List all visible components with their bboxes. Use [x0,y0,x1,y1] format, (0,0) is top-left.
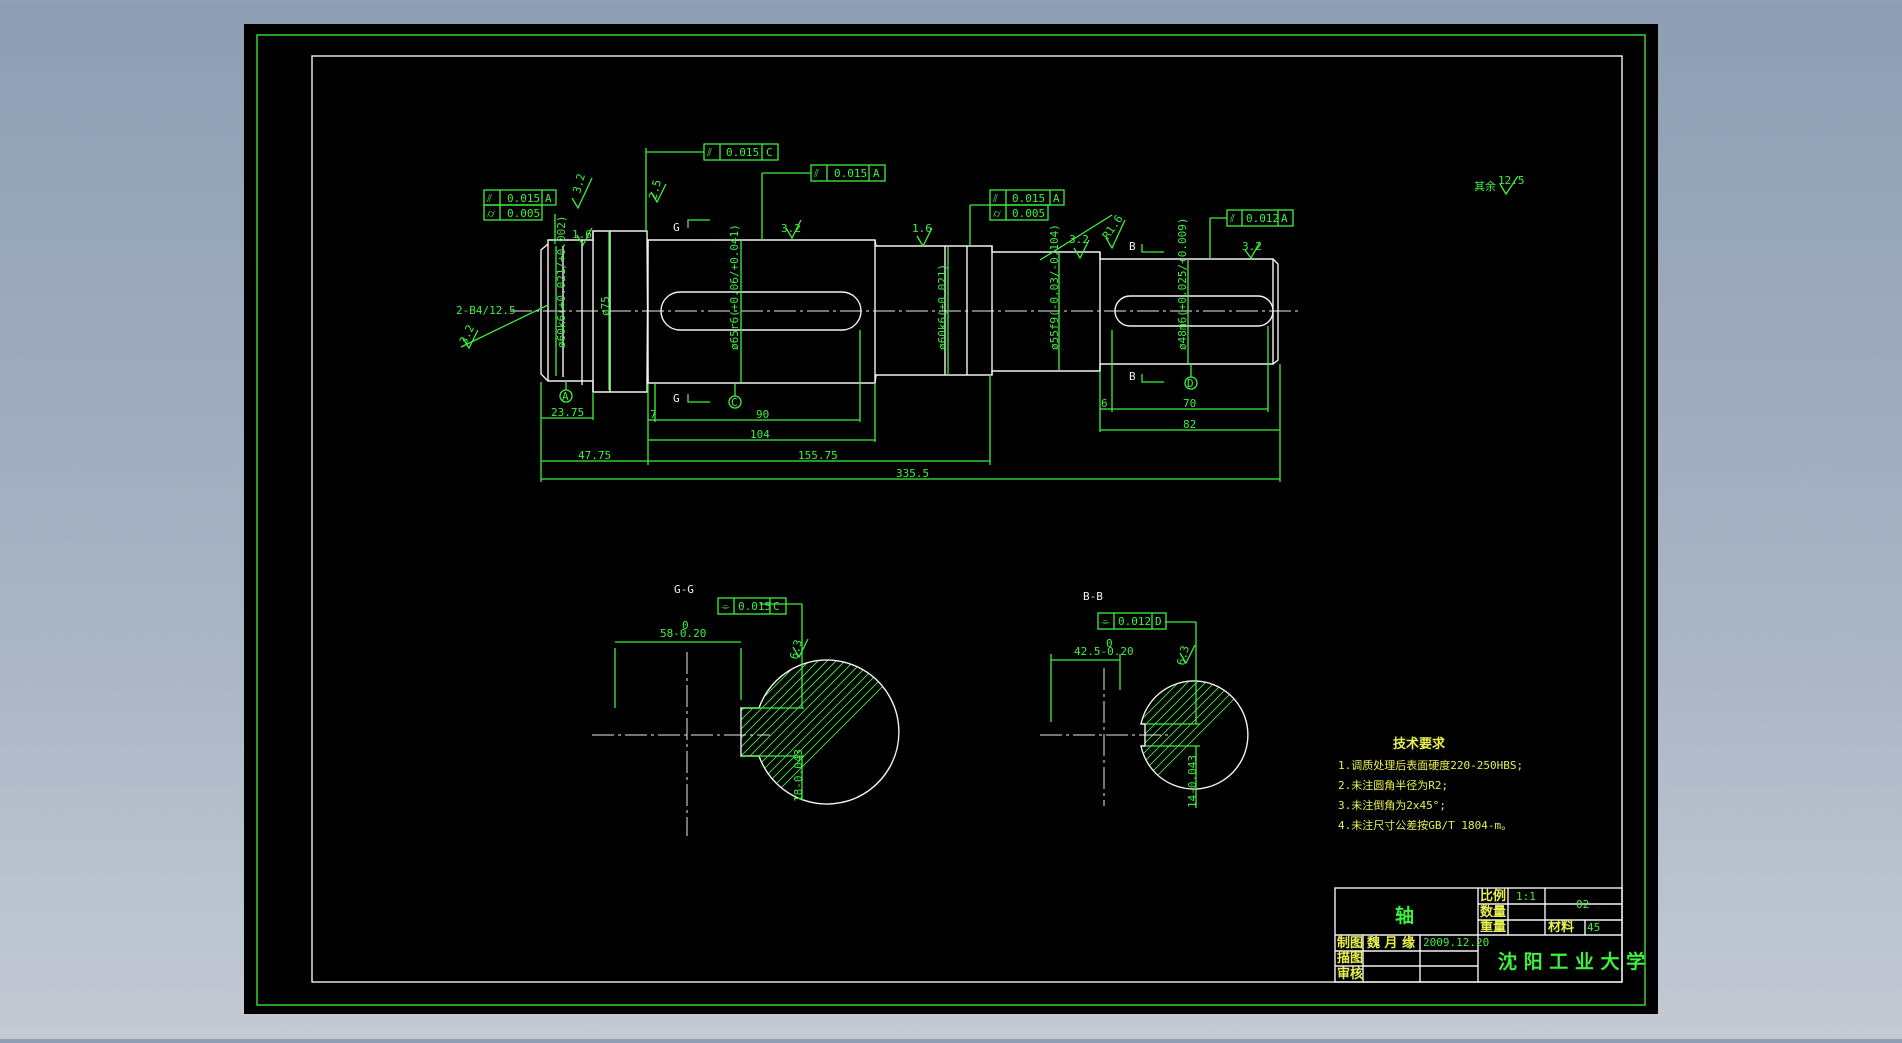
center-hole-label: 2-B4/12.5 [456,304,516,317]
material-value: 45 [1587,921,1600,934]
dim-d65: ø65r6(+0.06/+0.041) [728,224,741,350]
svg-text:0.015: 0.015 [1012,192,1045,205]
section-bb-title: B-B [1083,590,1103,603]
rough-3-2-c: 3.2 [1069,233,1089,246]
rough-1-6-a: 1.6 [572,228,592,241]
count-label: 数量 [1480,904,1506,920]
review-label: 审核 [1337,966,1363,982]
svg-text:⫽: ⫽ [486,192,492,205]
section-mark-g2: G [673,392,680,405]
dim-47-75: 47.75 [578,449,611,462]
svg-text:0.012: 0.012 [1246,212,1279,225]
datum-d: D [1187,377,1194,390]
scale-value: 1:1 [1516,890,1536,903]
svg-text:A: A [1053,192,1060,205]
svg-text:A: A [1281,212,1288,225]
dim-23-75: 23.75 [551,406,584,419]
dim-14: 14-0.043 [1186,755,1199,808]
svg-text:0.015: 0.015 [726,146,759,159]
svg-text:⫽: ⫽ [992,192,998,205]
svg-text:0.015: 0.015 [834,167,867,180]
dim-58-top: 0 [682,619,689,632]
check-label: 描图 [1337,950,1363,966]
rough-12-5: 12.5 [1498,174,1525,187]
svg-text:0.005: 0.005 [507,207,540,220]
dim-155-75: 155.75 [798,449,838,462]
drawn-label: 制图 [1337,935,1363,951]
svg-text:⌭: ⌭ [487,207,495,220]
scale-label: 比例 [1480,888,1506,904]
rough-3-2-b: 3.2 [781,222,801,235]
svg-text:0.015: 0.015 [507,192,540,205]
svg-text:A: A [873,167,880,180]
svg-text:0.015: 0.015 [738,600,771,613]
tech-req-title: 技术要求 [1393,736,1446,752]
section-mark-g1: G [673,221,680,234]
svg-text:⫽: ⫽ [813,167,819,180]
dim-7: 7 [650,408,657,421]
tol-frame-top2: ⌭ 0.005 [483,204,543,221]
tol-frame-bb: ⌯ 0.012 D [1097,612,1167,630]
drawn-date: 2009.12.20 [1423,936,1489,949]
svg-text:⫽: ⫽ [1229,212,1235,225]
drawing-canvas[interactable]: ø60k6(+0.021/+0.002) ø75 ø65r6(+0.06/+0.… [0,0,1902,1039]
svg-text:⌭: ⌭ [993,207,1001,220]
tech-req-4: 4.未注尺寸公差按GB/T 1804-m。 [1338,818,1512,832]
school-name: 沈 阳 工 业 大 学 [1498,950,1645,973]
tech-req-1: 1.调质处理后表面硬度220-250HBS; [1338,758,1523,772]
dim-d55: ø55f9(-0.03/-0.104) [1048,224,1061,350]
tol-frame-r2: ⌭ 0.005 [989,204,1049,221]
dim-70: 70 [1183,397,1196,410]
dim-335-5: 335.5 [896,467,929,480]
drawing-number: 02 [1576,898,1589,911]
svg-text:D: D [1155,615,1162,628]
dim-d75: ø75 [599,296,612,316]
svg-text:0.012: 0.012 [1118,615,1151,628]
cad-viewport[interactable]: ø60k6(+0.021/+0.002) ø75 ø65r6(+0.06/+0.… [0,0,1902,1039]
rough-3-2-d: 3.2 [1242,240,1262,253]
part-name: 轴 [1395,904,1414,927]
drawing-sheet [244,24,1658,1014]
svg-text:⌯: ⌯ [1101,615,1110,628]
dim-82: 82 [1183,418,1196,431]
dim-d48: ø48m6(+0.025/+0.009) [1176,218,1189,350]
dim-d60a: ø60k6(+0.021/+0.002) [555,216,568,348]
section-mark-b1: B [1129,240,1136,253]
dim-d60b: ø60k6(+0.021) [936,264,949,350]
dim-42-top: 0 [1106,637,1113,650]
tol-frame-gg: ⌯ 0.015 C [717,597,787,615]
section-gg-title: G-G [674,583,694,596]
svg-text:C: C [766,146,773,159]
tech-req-3: 3.未注倒角为2x45°; [1338,798,1446,812]
dim-104: 104 [750,428,770,441]
svg-text:C: C [773,600,780,613]
dim-18: 18-0.043 [792,749,805,802]
rough-1-6-b: 1.6 [912,222,932,235]
datum-a: A [562,390,569,403]
dim-6: 6 [1101,397,1108,410]
rough-rest-label: 其余 [1474,179,1496,193]
svg-text:⌯: ⌯ [721,600,730,613]
dim-90: 90 [756,408,769,421]
weight-label: 重量 [1480,919,1506,935]
svg-text:A: A [545,192,552,205]
section-mark-b2: B [1129,370,1136,383]
dim-42-5: 42.5-0.20 [1074,645,1134,658]
svg-text:0.005: 0.005 [1012,207,1045,220]
datum-c: C [731,396,738,409]
svg-text:⫽: ⫽ [706,146,712,159]
drawer-name: 魏 月 缘 [1366,935,1415,951]
material-label: 材料 [1548,919,1574,935]
tech-req-2: 2.未注圆角半径为R2; [1338,778,1448,792]
